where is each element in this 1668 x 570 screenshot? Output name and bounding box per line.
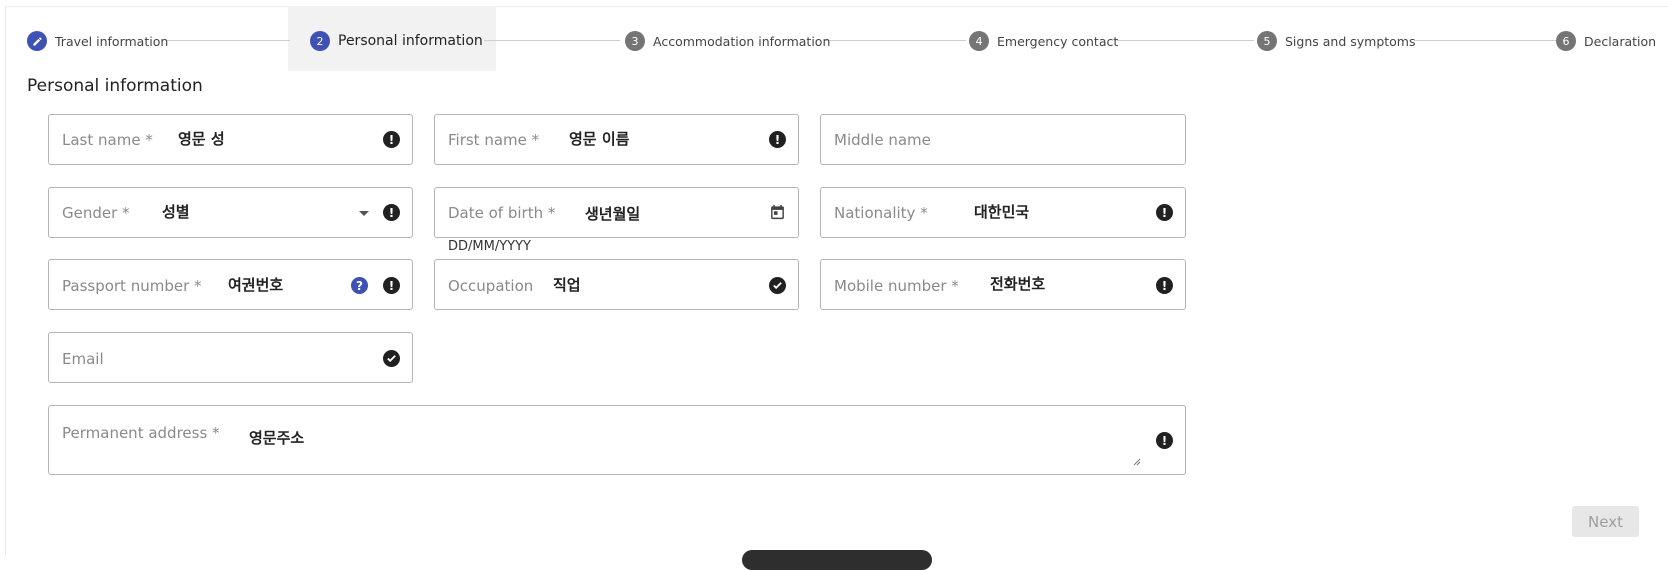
field-label: Passport number * (62, 277, 202, 295)
field-value: 전화번호 (990, 275, 1046, 293)
step-signs-and-symptoms[interactable]: 5 Signs and symptoms (1257, 30, 1416, 52)
field-label: Email (62, 350, 104, 368)
section-title: Personal information (27, 76, 203, 96)
field-label: Mobile number * (834, 277, 959, 295)
field-label: Gender * (62, 204, 130, 222)
field-label: Middle name (834, 131, 931, 149)
step-number: 2 (310, 31, 330, 51)
step-label: Declaration (1584, 33, 1657, 49)
stepper: Travel information 2 Personal informatio… (0, 0, 1668, 72)
step-connector (1116, 40, 1254, 41)
last-name-field[interactable]: Last name * 영문 성 ! (48, 114, 413, 165)
step-number: 4 (969, 31, 989, 51)
passport-number-field[interactable]: Passport number * 여권번호 ? ! (48, 259, 413, 310)
step-number: 5 (1257, 31, 1277, 51)
nationality-field[interactable]: Nationality * 대한민국 ! (820, 187, 1186, 238)
field-label: First name * (448, 131, 540, 149)
field-label: Nationality * (834, 204, 928, 222)
date-format-hint: DD/MM/YYYY (448, 239, 531, 254)
field-value: 성별 (162, 203, 190, 221)
field-label: Permanent address * (62, 424, 220, 442)
step-label: Signs and symptoms (1285, 33, 1416, 49)
occupation-field[interactable]: Occupation 직업 (434, 259, 799, 310)
chevron-down-icon[interactable] (359, 211, 369, 216)
step-number: 3 (625, 31, 645, 51)
alert-icon: ! (383, 204, 400, 221)
step-connector (1414, 40, 1556, 41)
help-icon[interactable]: ? (351, 277, 368, 294)
field-value: 대한민국 (974, 203, 1030, 221)
resize-handle-icon[interactable] (1133, 458, 1141, 466)
field-label: Last name * (62, 131, 153, 149)
step-connector (167, 40, 290, 41)
step-label: Accommodation information (653, 33, 831, 49)
date-of-birth-field[interactable]: Date of birth * 생년월일 (434, 187, 799, 238)
step-accommodation-information[interactable]: 3 Accommodation information (625, 30, 830, 52)
alert-icon: ! (383, 131, 400, 148)
alert-icon: ! (383, 277, 400, 294)
field-value: 영문주소 (249, 429, 305, 447)
next-button[interactable]: Next (1572, 506, 1639, 537)
alert-icon: ! (1156, 277, 1173, 294)
alert-icon: ! (1156, 204, 1173, 221)
step-emergency-contact[interactable]: 4 Emergency contact (969, 30, 1118, 52)
middle-name-field[interactable]: Middle name (820, 114, 1186, 165)
step-number: 6 (1556, 31, 1576, 51)
step-connector (484, 40, 620, 41)
field-value: 영문 성 (178, 130, 225, 148)
field-label: Occupation (448, 277, 534, 295)
step-declaration[interactable]: 6 Declaration (1556, 30, 1656, 52)
permanent-address-textarea[interactable]: Permanent address * 영문주소 ! (48, 405, 1186, 475)
field-value: 생년월일 (585, 205, 641, 223)
step-label: Emergency contact (997, 33, 1119, 49)
alert-icon: ! (769, 131, 786, 148)
first-name-field[interactable]: First name * 영문 이름 ! (434, 114, 799, 165)
email-field[interactable]: Email (48, 332, 413, 383)
gender-select[interactable]: Gender * 성별 ! (48, 187, 413, 238)
alert-icon: ! (1156, 432, 1173, 449)
field-value: 영문 이름 (569, 130, 630, 148)
step-travel-information[interactable]: Travel information (27, 30, 168, 52)
mobile-number-field[interactable]: Mobile number * 전화번호 ! (820, 259, 1186, 310)
pencil-icon (27, 31, 47, 51)
step-label: Personal information (338, 33, 483, 49)
field-value: 여권번호 (228, 276, 284, 294)
field-label: Date of birth * (448, 204, 556, 222)
step-connector (824, 40, 966, 41)
check-icon (769, 277, 786, 294)
calendar-icon[interactable] (769, 203, 786, 225)
check-icon (383, 350, 400, 367)
step-label: Travel information (55, 33, 169, 49)
bottom-pill (742, 550, 932, 570)
step-personal-information[interactable]: 2 Personal information (310, 30, 483, 52)
field-value: 직업 (553, 276, 581, 294)
